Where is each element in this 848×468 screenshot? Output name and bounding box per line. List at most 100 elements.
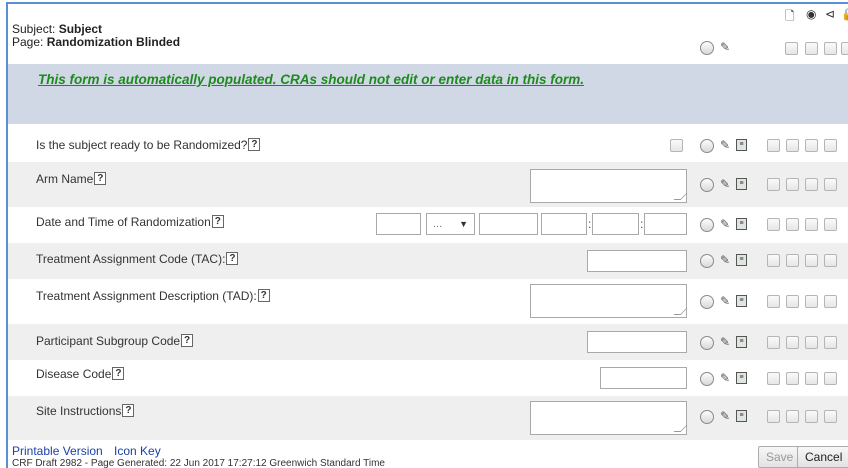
review-checkbox[interactable] bbox=[786, 336, 799, 349]
row-status-radio[interactable] bbox=[700, 254, 714, 268]
help-icon[interactable]: ? bbox=[94, 172, 107, 185]
row-status-radio[interactable] bbox=[700, 218, 714, 232]
minute-input[interactable] bbox=[592, 213, 639, 235]
row-status-radio[interactable] bbox=[700, 139, 714, 153]
help-icon[interactable]: ? bbox=[181, 334, 194, 347]
page-query-checkbox[interactable] bbox=[824, 42, 837, 55]
info-banner: This form is automatically populated. CR… bbox=[8, 64, 848, 124]
lock-icon: 🔒 bbox=[841, 7, 848, 21]
verify-checkbox[interactable] bbox=[767, 178, 780, 191]
verify-checkbox[interactable] bbox=[767, 254, 780, 267]
lock-checkbox[interactable] bbox=[824, 254, 837, 267]
printable-version-link[interactable]: Printable Version bbox=[12, 444, 103, 458]
day-input[interactable] bbox=[376, 213, 421, 235]
eye-icon: ◉ bbox=[806, 7, 817, 21]
pencil-icon[interactable]: ✎ bbox=[720, 294, 730, 308]
year-input[interactable] bbox=[479, 213, 538, 235]
lock-checkbox[interactable] bbox=[824, 218, 837, 231]
verify-checkbox[interactable] bbox=[767, 295, 780, 308]
query-checkbox[interactable] bbox=[805, 410, 818, 423]
note-icon[interactable]: ≡ bbox=[736, 218, 747, 230]
help-icon[interactable]: ? bbox=[226, 252, 239, 265]
second-input[interactable] bbox=[644, 213, 687, 235]
page-verify-checkbox[interactable] bbox=[785, 42, 798, 55]
lock-checkbox[interactable] bbox=[824, 372, 837, 385]
banner-message: This form is automatically populated. CR… bbox=[38, 72, 585, 87]
field-label-arm-name: Arm Name? bbox=[36, 172, 107, 186]
review-checkbox[interactable] bbox=[786, 218, 799, 231]
form-row-disease: Disease Code? ✎ ≡ bbox=[8, 360, 848, 396]
hour-input[interactable] bbox=[541, 213, 587, 235]
note-icon[interactable]: ≡ bbox=[736, 410, 747, 422]
review-checkbox[interactable] bbox=[786, 372, 799, 385]
page-pencil-icon[interactable]: ✎ bbox=[720, 40, 730, 54]
lock-checkbox[interactable] bbox=[824, 139, 837, 152]
review-checkbox[interactable] bbox=[786, 139, 799, 152]
tad-textarea[interactable] bbox=[530, 284, 687, 318]
verify-checkbox[interactable] bbox=[767, 139, 780, 152]
cancel-button[interactable]: Cancel bbox=[797, 446, 848, 468]
pencil-icon[interactable]: ✎ bbox=[720, 335, 730, 349]
review-checkbox[interactable] bbox=[786, 178, 799, 191]
save-button[interactable]: Save bbox=[758, 446, 802, 468]
pencil-icon[interactable]: ✎ bbox=[720, 138, 730, 152]
pencil-icon[interactable]: ✎ bbox=[720, 217, 730, 231]
query-checkbox[interactable] bbox=[805, 218, 818, 231]
page-status-radio[interactable] bbox=[700, 41, 714, 55]
page-review-checkbox[interactable] bbox=[805, 42, 818, 55]
lock-checkbox[interactable] bbox=[824, 178, 837, 191]
help-icon[interactable]: ? bbox=[248, 138, 261, 151]
note-icon[interactable]: ≡ bbox=[736, 139, 747, 151]
query-checkbox[interactable] bbox=[805, 372, 818, 385]
month-select[interactable]: ... ▼ bbox=[426, 213, 475, 235]
pencil-icon[interactable]: ✎ bbox=[720, 177, 730, 191]
row-status-radio[interactable] bbox=[700, 372, 714, 386]
disease-code-input[interactable] bbox=[600, 367, 687, 389]
arm-name-textarea[interactable] bbox=[530, 169, 687, 203]
pencil-icon[interactable]: ✎ bbox=[720, 253, 730, 267]
lock-checkbox[interactable] bbox=[824, 295, 837, 308]
field-label-datetime: Date and Time of Randomization? bbox=[36, 215, 224, 229]
lock-checkbox[interactable] bbox=[824, 410, 837, 423]
row-status-radio[interactable] bbox=[700, 336, 714, 350]
pencil-icon[interactable]: ✎ bbox=[720, 371, 730, 385]
help-icon[interactable]: ? bbox=[257, 289, 270, 302]
row-status-radio[interactable] bbox=[700, 295, 714, 309]
ready-checkbox[interactable] bbox=[670, 139, 683, 152]
form-footer: Printable Version Icon Key CRF Draft 298… bbox=[8, 440, 848, 468]
row-status-radio[interactable] bbox=[700, 178, 714, 192]
query-checkbox[interactable] bbox=[805, 336, 818, 349]
lock-checkbox[interactable] bbox=[824, 336, 837, 349]
query-checkbox[interactable] bbox=[805, 139, 818, 152]
pencil-icon[interactable]: ✎ bbox=[720, 409, 730, 423]
icon-key-link[interactable]: Icon Key bbox=[114, 444, 161, 458]
help-icon[interactable]: ? bbox=[211, 215, 224, 228]
field-label-tad: Treatment Assignment Description (TAD):? bbox=[36, 289, 270, 303]
note-icon[interactable]: ≡ bbox=[736, 372, 747, 384]
review-checkbox[interactable] bbox=[786, 295, 799, 308]
review-checkbox[interactable] bbox=[786, 410, 799, 423]
chevron-down-icon: ▼ bbox=[459, 219, 468, 229]
verify-checkbox[interactable] bbox=[767, 218, 780, 231]
note-icon[interactable]: ≡ bbox=[736, 336, 747, 348]
review-checkbox[interactable] bbox=[786, 254, 799, 267]
help-icon[interactable]: ? bbox=[112, 367, 125, 380]
verify-checkbox[interactable] bbox=[767, 336, 780, 349]
page-lock-checkbox[interactable] bbox=[841, 42, 848, 55]
verify-checkbox[interactable] bbox=[767, 410, 780, 423]
note-icon[interactable]: ≡ bbox=[736, 295, 747, 307]
help-icon[interactable]: ? bbox=[122, 404, 135, 417]
form-row-ready: Is the subject ready to be Randomized?? … bbox=[8, 126, 848, 162]
query-checkbox[interactable] bbox=[805, 295, 818, 308]
time-separator: : bbox=[588, 217, 592, 231]
note-icon[interactable]: ≡ bbox=[736, 254, 747, 266]
row-status-radio[interactable] bbox=[700, 410, 714, 424]
note-icon[interactable]: ≡ bbox=[736, 178, 747, 190]
tac-input[interactable] bbox=[587, 250, 687, 272]
subgroup-code-input[interactable] bbox=[587, 331, 687, 353]
site-instructions-textarea[interactable] bbox=[530, 401, 687, 435]
verify-checkbox[interactable] bbox=[767, 372, 780, 385]
query-checkbox[interactable] bbox=[805, 254, 818, 267]
subject-label: Subject: bbox=[12, 22, 59, 36]
query-checkbox[interactable] bbox=[805, 178, 818, 191]
